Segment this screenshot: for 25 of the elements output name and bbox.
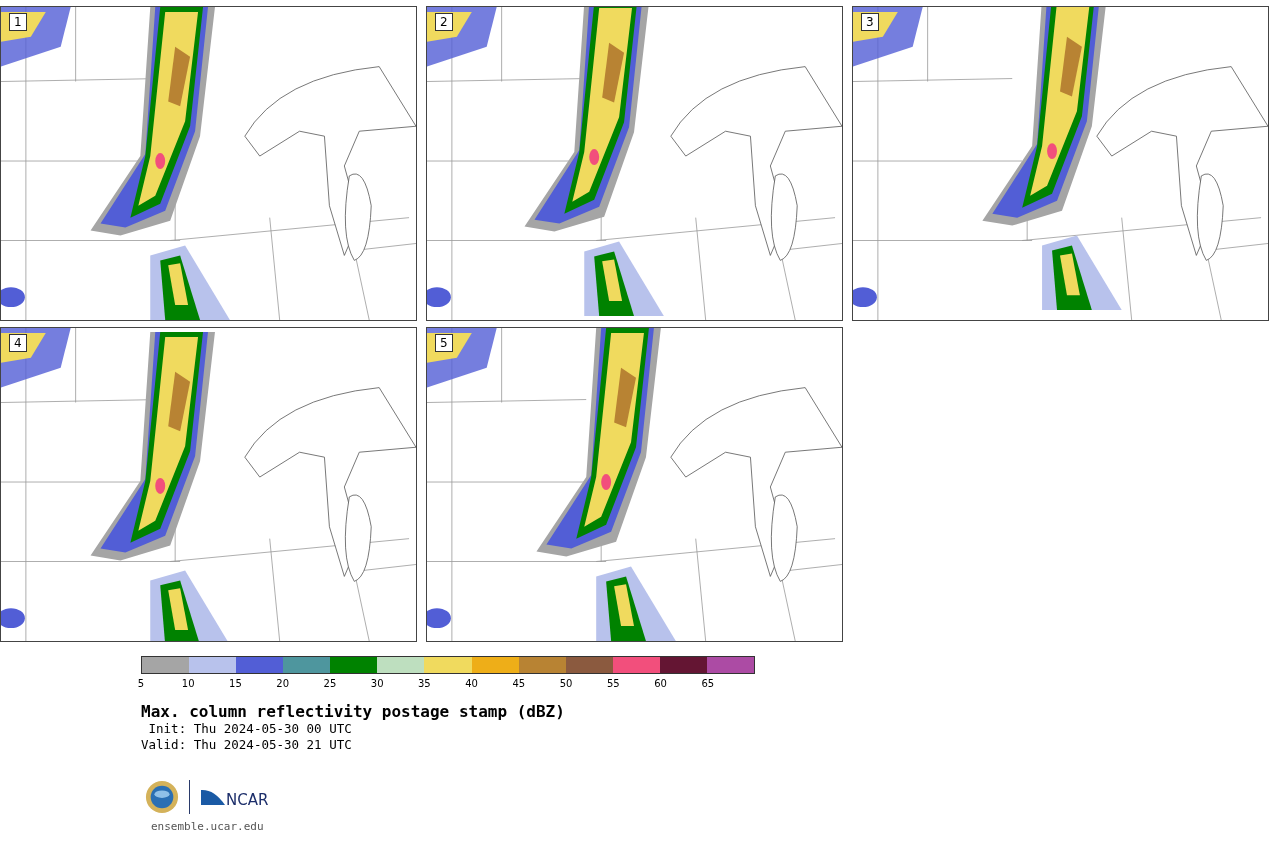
logo-text: NCAR — [226, 791, 269, 809]
tick-label: 30 — [370, 678, 384, 689]
tick-label: 45 — [512, 678, 526, 689]
tick-label: 50 — [559, 678, 573, 689]
site-link[interactable]: ensemble.ucar.edu — [151, 820, 264, 833]
panel-label: 5 — [435, 334, 453, 352]
panel-label: 2 — [435, 13, 453, 31]
tick-label: 60 — [654, 678, 667, 689]
tick-label: 55 — [606, 678, 620, 689]
tick-label: 35 — [418, 678, 431, 689]
tick-label: 5 — [137, 678, 145, 689]
tick-label: 10 — [181, 678, 195, 689]
panel-label: 3 — [861, 13, 879, 31]
tick-label: 65 — [701, 678, 715, 689]
tick-label: 20 — [276, 678, 290, 689]
panel-label: 4 — [9, 334, 27, 352]
tick-label: 25 — [323, 678, 337, 689]
tick-label: 40 — [465, 678, 478, 689]
valid-time: Valid: Thu 2024-05-30 21 UTC — [141, 737, 353, 753]
tick-label: 15 — [229, 678, 242, 689]
init-time: Init: Thu 2024-05-30 00 UTC — [147, 721, 353, 737]
seal-logo-icon — [145, 780, 179, 814]
panel-label: 1 — [9, 13, 27, 31]
swoosh-logo-icon — [200, 787, 226, 807]
chart-title: Max. column reflectivity postage stamp (dBZ) — [141, 702, 566, 721]
